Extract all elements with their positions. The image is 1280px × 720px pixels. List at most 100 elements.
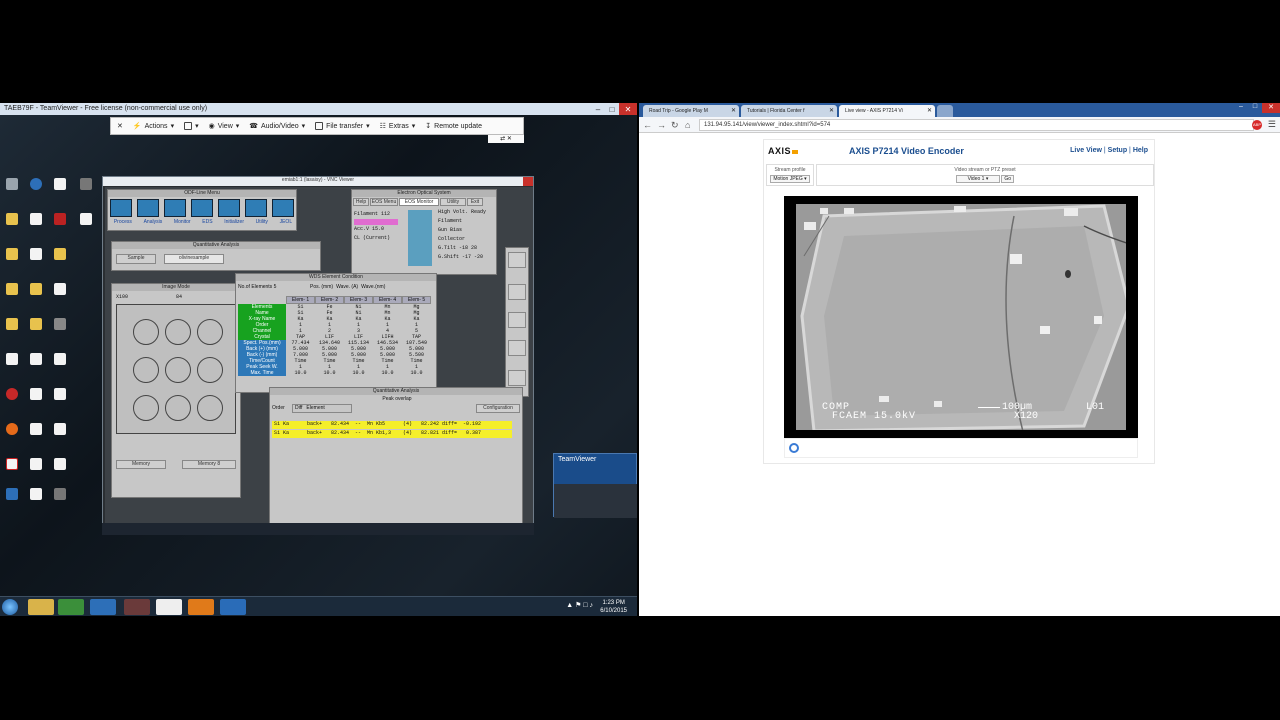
radio-wave-nm[interactable]: Wave.(nm) xyxy=(361,284,385,290)
radio-element[interactable]: Element xyxy=(306,405,324,412)
system-tray[interactable]: ▲ ⚑ □ ♪ xyxy=(566,601,593,609)
sample-button[interactable]: Sample xyxy=(116,254,156,264)
view-menu[interactable]: ◉ View ▾ xyxy=(209,122,240,131)
overlap-row[interactable]: Si Ka back+ 82.434 -- Mn Kb1,3 (4) 82.82… xyxy=(272,430,512,438)
jeol-icon[interactable] xyxy=(272,199,294,217)
sample-holder[interactable] xyxy=(133,357,159,383)
taskbar-clock[interactable]: 1:23 PM 6/10/2015 xyxy=(600,599,627,615)
tab-live-view[interactable]: Live view - AXIS P7214 Vi ✕ xyxy=(839,105,935,117)
outlook-icon[interactable] xyxy=(220,599,246,615)
desktop-icon[interactable] xyxy=(24,423,48,436)
configuration-button[interactable]: Configuration xyxy=(476,404,520,413)
adblock-icon[interactable]: ABP xyxy=(1252,120,1262,130)
live-video[interactable]: COMP FCAEM 15.0kV 100µm X120 L01 xyxy=(784,196,1138,438)
wds-cell[interactable]: 10.0 xyxy=(373,370,402,376)
desktop-icon[interactable] xyxy=(0,458,24,471)
toolbar-collapse-controls[interactable]: ⇄ ✕ xyxy=(488,135,524,143)
desktop-icon[interactable] xyxy=(48,248,72,261)
palette-button[interactable] xyxy=(508,284,526,300)
stage-grid[interactable] xyxy=(116,304,236,434)
desktop-icon[interactable] xyxy=(0,178,24,191)
desktop-icon[interactable] xyxy=(24,178,48,191)
desktop-icon[interactable] xyxy=(74,178,98,191)
desktop-icon[interactable] xyxy=(48,488,72,501)
actions-menu[interactable]: ⚡ Actions ▾ xyxy=(133,122,174,131)
tab-road-trip[interactable]: Road Trip - Google Play M ✕ xyxy=(643,105,739,117)
sample-holder[interactable] xyxy=(165,319,191,345)
sample-holder[interactable] xyxy=(165,395,191,421)
desktop-icon[interactable] xyxy=(24,458,48,471)
radio-wave-a[interactable]: Wave. (A) xyxy=(336,284,358,290)
sample-holder[interactable] xyxy=(165,357,191,383)
illustrator-icon[interactable] xyxy=(188,599,214,615)
sample-name-field[interactable]: olivinesample xyxy=(164,254,224,264)
close-button[interactable]: ✕ xyxy=(619,103,637,115)
desktop-icon[interactable] xyxy=(24,388,48,401)
chrome-icon[interactable] xyxy=(58,599,84,615)
setup-link[interactable]: Setup xyxy=(1108,147,1127,154)
wds-row-label[interactable]: Max. Time xyxy=(238,370,286,376)
home-icon[interactable]: ⌂ xyxy=(685,120,690,130)
forward-icon[interactable]: → xyxy=(657,120,666,130)
eos-exit-button[interactable]: Exit xyxy=(467,198,483,206)
app-icon[interactable] xyxy=(124,599,150,615)
new-tab-button[interactable] xyxy=(937,105,953,117)
file-transfer-menu[interactable]: File transfer ▾ xyxy=(315,122,370,130)
close-button[interactable]: ✕ xyxy=(1262,103,1280,113)
wds-column-header[interactable]: Elem- 2 xyxy=(315,296,344,304)
eos-monitor-button[interactable]: EOS Monitor xyxy=(399,198,439,206)
process-icon[interactable] xyxy=(110,199,132,217)
sample-holder[interactable] xyxy=(197,319,223,345)
start-button[interactable] xyxy=(2,599,18,615)
go-button[interactable]: Go xyxy=(1001,175,1015,183)
radio-diff[interactable]: Diff xyxy=(295,405,302,412)
wds-column-header[interactable]: Elem- 5 xyxy=(402,296,431,304)
desktop-icon[interactable] xyxy=(0,488,24,501)
teamviewer-icon[interactable] xyxy=(90,599,116,615)
windows-menu[interactable]: ▾ xyxy=(184,122,199,130)
explorer-icon[interactable] xyxy=(28,599,54,615)
memory-8-button[interactable]: Memory 8 xyxy=(182,460,236,469)
desktop-icon[interactable] xyxy=(24,488,48,501)
desktop-icon[interactable] xyxy=(48,283,72,296)
desktop-icon[interactable] xyxy=(0,318,24,331)
overlap-row[interactable]: Si Ka back+ 82.434 -- Mn Kb5 (4) 82.242 … xyxy=(272,421,512,429)
desktop-icon[interactable] xyxy=(24,213,48,226)
initializer-icon[interactable] xyxy=(218,199,240,217)
desktop-icon[interactable] xyxy=(74,213,98,226)
stream-preset-select[interactable]: Video 1 ▾ xyxy=(955,175,1000,183)
monitor-icon[interactable] xyxy=(164,199,186,217)
eos-help-button[interactable]: Help xyxy=(353,198,369,206)
maximize-button[interactable]: □ xyxy=(605,103,619,115)
minimize-button[interactable]: – xyxy=(591,103,605,115)
wds-column-header[interactable]: Elem- 4 xyxy=(373,296,402,304)
tab-tutorials[interactable]: Tutorials | Florida Center f ✕ xyxy=(741,105,837,117)
radio-pos-mm[interactable]: Pos. (mm) xyxy=(310,284,333,290)
desktop-icon[interactable] xyxy=(48,423,72,436)
remote-update-button[interactable]: ↧ Remote update xyxy=(425,122,482,131)
audio-video-menu[interactable]: ☎ Audio/Video ▾ xyxy=(249,122,305,131)
desktop-icon[interactable] xyxy=(24,318,48,331)
url-input[interactable]: 131.94.95.141/view/viewer_index.shtml?id… xyxy=(699,119,1254,131)
analysis-icon[interactable] xyxy=(137,199,159,217)
memory-button[interactable]: Memory xyxy=(116,460,166,469)
desktop-icon[interactable] xyxy=(24,248,48,261)
menu-icon[interactable]: ☰ xyxy=(1268,119,1276,130)
minimize-button[interactable]: – xyxy=(1234,103,1248,113)
close-tab-icon[interactable]: ✕ xyxy=(927,107,932,114)
stream-profile-select[interactable]: Motion JPEG ▾ xyxy=(770,175,810,183)
reload-icon[interactable]: ↻ xyxy=(671,120,679,131)
eos-menu-button[interactable]: EOS Menu xyxy=(370,198,398,206)
palette-button[interactable] xyxy=(508,340,526,356)
wds-cell[interactable]: 10.0 xyxy=(286,370,315,376)
palette-button[interactable] xyxy=(508,370,526,386)
desktop-icon[interactable] xyxy=(48,318,72,331)
wds-cell[interactable]: 10.0 xyxy=(344,370,373,376)
desktop-icon[interactable] xyxy=(0,388,24,401)
sample-holder[interactable] xyxy=(133,395,159,421)
utility-icon[interactable] xyxy=(245,199,267,217)
desktop-icon[interactable] xyxy=(0,248,24,261)
wds-cell[interactable]: 10.0 xyxy=(402,370,431,376)
extras-menu[interactable]: ☷ Extras ▾ xyxy=(380,122,416,131)
sample-holder[interactable] xyxy=(133,319,159,345)
